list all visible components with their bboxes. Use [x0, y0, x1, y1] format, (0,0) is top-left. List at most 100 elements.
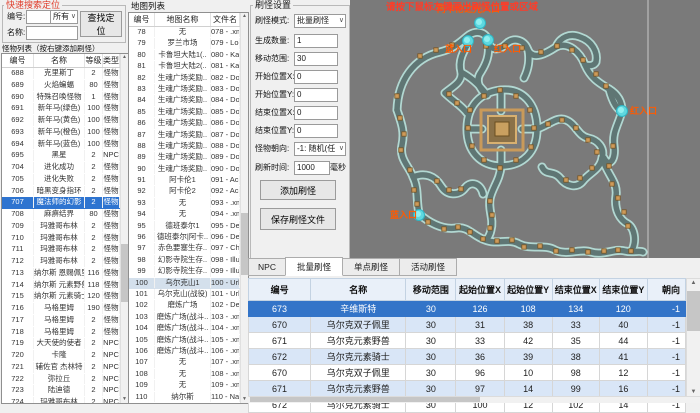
list-item[interactable]: 80卡鲁坦大陆1(..080 - Kar [129, 50, 248, 61]
list-item[interactable]: 95德班泰尔1095 - Dev [129, 221, 248, 232]
list-item[interactable]: 101乌尔克山(战役)101 - Urk [129, 289, 248, 300]
list-item[interactable]: 102磨炼广场102 - Dev [129, 300, 248, 311]
list-item[interactable]: 693新年马(橙色)100怪物 [2, 127, 128, 139]
column-header[interactable]: 起始位置Y [504, 279, 552, 301]
tab-NPC[interactable]: NPC [248, 258, 286, 276]
column-header[interactable]: 名称 [311, 279, 406, 301]
list-item[interactable]: 78无078 - .xm [129, 27, 248, 38]
monster-list[interactable]: 编号名称等级类型 688克里斯丁2怪物689火焰蝙蝠80怪物690特殊召唤怪物1… [1, 53, 129, 404]
list-item[interactable]: 107无107 - .xm [129, 357, 248, 368]
list-item[interactable]: 105磨炼广场(战斗..105 - .xm [129, 335, 248, 346]
field-input[interactable]: 0 [294, 88, 338, 102]
list-item[interactable]: 99幻影寺院生存..099 - Illu [129, 266, 248, 277]
spawn-mode-combobox[interactable]: 批量刷怪∨ [294, 14, 346, 28]
list-item[interactable]: 97赤色要塞生存..097 - Cha [129, 243, 248, 254]
monster-name-input[interactable] [26, 26, 78, 40]
list-item[interactable]: 689火焰蝙蝠80怪物 [2, 80, 128, 92]
filter-combobox[interactable]: 所有∨ [50, 10, 78, 24]
column-header[interactable]: 编号 [249, 279, 311, 301]
list-item[interactable]: 692新年马(黄色)100怪物 [2, 115, 128, 127]
list-item[interactable]: 81卡鲁坦大陆2(..081 - Kar [129, 61, 248, 72]
list-item[interactable]: 111无111 - .xm [129, 403, 248, 404]
monster-id-input[interactable] [26, 10, 52, 24]
list-item[interactable]: 108无108 - .xm [129, 369, 248, 380]
map-list[interactable]: 编号地图名称文件名 78无078 - .xm79罗兰市场079 - Lor80卡… [128, 12, 249, 404]
list-item[interactable]: 690特殊召唤怪物1怪物 [2, 92, 128, 104]
list-item[interactable]: 110纳尔斯110 - Nar [129, 392, 248, 403]
list-item[interactable]: 691新年马(绿色)100怪物 [2, 103, 128, 115]
list-item[interactable]: 92阿卡伦2092 - Ach [129, 186, 248, 197]
list-item[interactable]: 724玛雅哥布林2NPC [2, 397, 128, 404]
list-item[interactable]: 709玛雅哥布林2怪物 [2, 221, 128, 233]
list-item[interactable]: 91阿卡伦1091 - Ach [129, 175, 248, 186]
map-canvas[interactable]: 图标显示 ✓NPC✓批量怪✓单点怪✓活动怪 阿卡伦之光入口蓝入口红入口红入口蓝入… [350, 0, 700, 258]
list-item[interactable]: 688克里斯丁2怪物 [2, 68, 128, 80]
list-item[interactable]: 106磨炼广场(战斗..106 - .xm [129, 346, 248, 357]
list-item[interactable]: 704进化成功2怪物 [2, 162, 128, 174]
save-spawn-file-button[interactable]: 保存刷怪文件 [260, 208, 336, 230]
list-item[interactable]: 86生魂广场奖励..086 - Dou [129, 118, 248, 129]
list-item[interactable]: 711玛雅哥布林2怪物 [2, 244, 128, 256]
table-row[interactable]: 671乌尔克元素野兽3033423544-1 [249, 333, 686, 349]
column-header[interactable]: 起始位置X [456, 279, 504, 301]
list-item[interactable]: 723陆迪德2NPC [2, 385, 128, 397]
list-item[interactable]: 717马格里姆2怪物 [2, 315, 128, 327]
list-item[interactable]: 720卡隆2NPC [2, 350, 128, 362]
list-item[interactable]: 694新年马(蓝色)100怪物 [2, 139, 128, 151]
list-item[interactable]: 83生魂广场奖励..083 - Dou [129, 84, 248, 95]
map-svg[interactable]: 阿卡伦之光入口蓝入口红入口红入口蓝入口请按下鼠标左键画出刷怪位置或区域 [350, 0, 700, 258]
list-item[interactable]: 706暗黑变身指环2怪物 [2, 186, 128, 198]
list-item[interactable]: 705进化失败2怪物 [2, 174, 128, 186]
list-item[interactable]: 719大天使的使者2NPC [2, 338, 128, 350]
list-item[interactable]: 707魔法师的幻影2怪物 [2, 197, 128, 209]
map-list-scrollbar[interactable]: ▲ ▼ [240, 13, 248, 403]
refresh-input[interactable]: 1000 [294, 161, 330, 175]
list-item[interactable]: 79罗兰市场079 - Lor [129, 38, 248, 49]
list-item[interactable]: 103磨炼广场(战斗..103 - .xm [129, 312, 248, 323]
list-item[interactable]: 722弥拉丘2NPC [2, 374, 128, 386]
list-item[interactable]: 96德班泰尔|阿卡..096 - Dev [129, 232, 248, 243]
list-item[interactable]: 84生魂广场奖励..084 - Dou [129, 95, 248, 106]
field-input[interactable]: 0 [294, 106, 338, 120]
list-item[interactable]: 88生魂广场奖励..088 - Dou [129, 141, 248, 152]
column-header[interactable]: 朝向 [647, 279, 685, 301]
list-item[interactable]: 109无109 - .xm [129, 380, 248, 391]
scroll-up-icon[interactable]: ▲ [121, 54, 128, 61]
list-item[interactable]: 104磨炼广场(战斗..104 - .xm [129, 323, 248, 334]
list-item[interactable]: 718马格里姆2怪物 [2, 327, 128, 339]
list-item[interactable]: 82生魂广场奖励..082 - Dou [129, 73, 248, 84]
tab-活动刷怪[interactable]: 活动刷怪 [399, 258, 457, 276]
list-item[interactable]: 695黑星2NPC [2, 150, 128, 162]
list-item[interactable]: 85生魂广场奖励..085 - Dou [129, 107, 248, 118]
field-input[interactable]: 0 [294, 70, 338, 84]
list-item[interactable]: 714纳尔斯 元素野兽118怪物 [2, 280, 128, 292]
direction-combobox[interactable]: -1: 随机(任∨ [294, 142, 346, 156]
list-item[interactable]: 87生魂广场奖励..087 - Dou [129, 130, 248, 141]
list-item[interactable]: 715纳尔斯 元素骑士120怪物 [2, 291, 128, 303]
scroll-up-icon[interactable]: ▲ [687, 280, 700, 287]
list-item[interactable]: 713纳尔斯 恩赐佩里116怪物 [2, 268, 128, 280]
table-row[interactable]: 670乌尔克双子佩里3096109812-1 [249, 365, 686, 381]
field-input[interactable]: 0 [294, 124, 338, 138]
list-item[interactable]: 710玛雅哥布林2怪物 [2, 233, 128, 245]
tab-批量刷怪[interactable]: 批量刷怪 [285, 257, 343, 276]
spawn-table[interactable]: 编号名称移动范围起始位置X起始位置Y结束位置X结束位置Y朝向673辛维斯特301… [248, 278, 686, 413]
column-header[interactable]: 结束位置X [552, 279, 599, 301]
table-row[interactable]: 670乌尔克双子佩里3031383340-1 [249, 317, 686, 333]
list-item[interactable]: 712玛雅哥布林2怪物 [2, 256, 128, 268]
table-vertical-scrollbar[interactable]: ▲ ▼ [686, 278, 700, 398]
column-header[interactable]: 移动范围 [406, 279, 456, 301]
scroll-up-icon[interactable]: ▲ [241, 13, 248, 20]
field-input[interactable]: 30 [294, 52, 338, 66]
list-item[interactable]: 708麻痹结界80怪物 [2, 209, 128, 221]
monster-list-scrollbar[interactable]: ▲ ▼ [120, 54, 128, 403]
field-input[interactable]: 1 [294, 34, 338, 48]
column-header[interactable]: 结束位置Y [599, 279, 647, 301]
table-row[interactable]: 672乌尔克元素骑士3036393841-1 [249, 349, 686, 365]
add-spawn-button[interactable]: 添加刷怪 [260, 180, 336, 200]
scroll-down-icon[interactable]: ▼ [687, 389, 700, 396]
find-locate-button[interactable]: 查找定位 [80, 11, 122, 37]
list-item[interactable]: 100乌尔克山1100 - Urk [129, 278, 248, 289]
list-item[interactable]: 89生魂广场奖励..089 - Dou [129, 152, 248, 163]
table-row[interactable]: 671乌尔克元素野兽3097149916-1 [249, 381, 686, 397]
